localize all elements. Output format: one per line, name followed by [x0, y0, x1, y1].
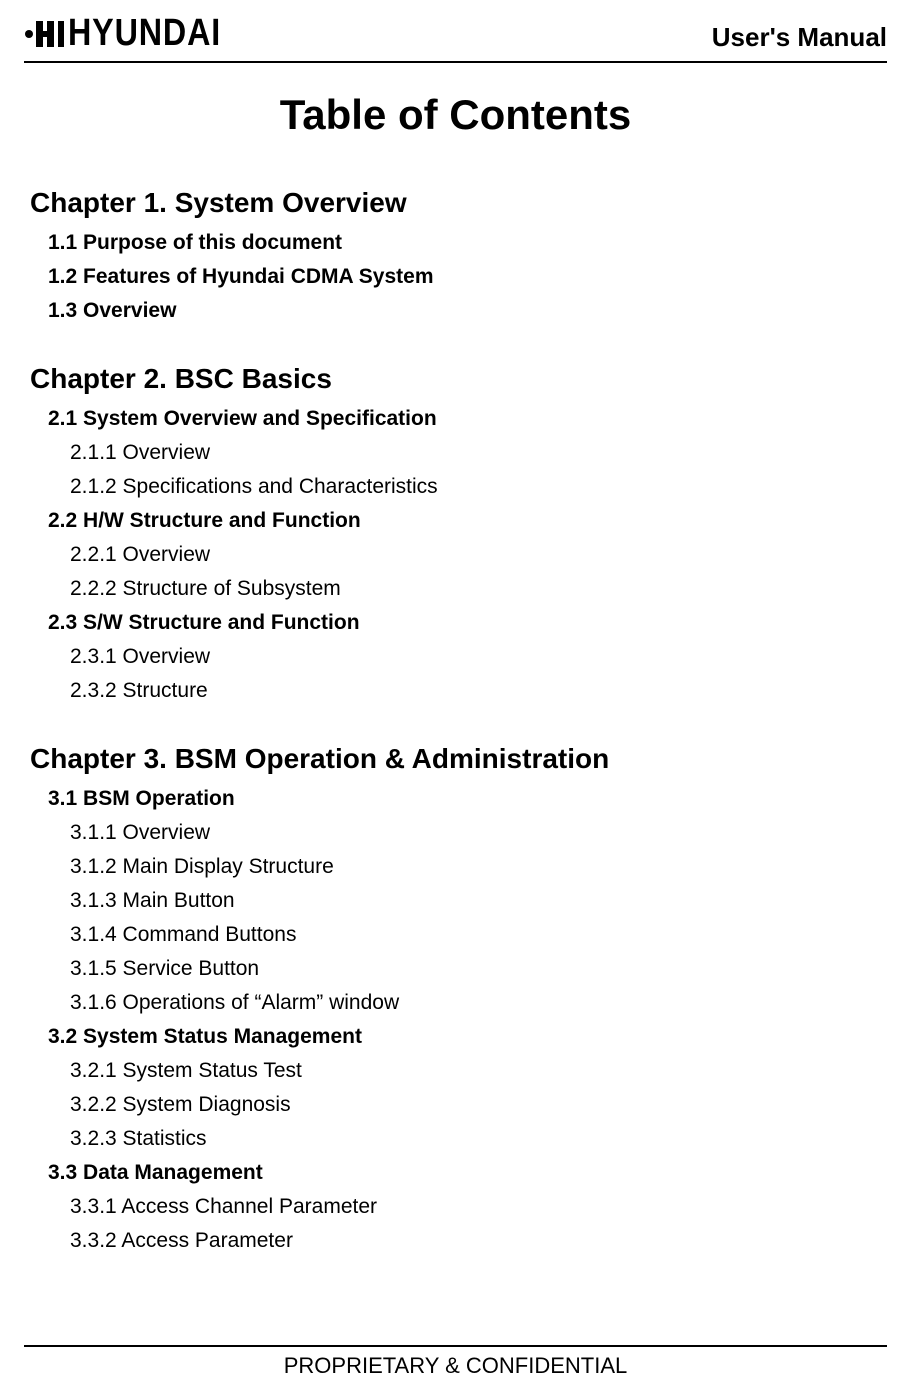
- toc-section: 1.3 Overview: [48, 299, 881, 323]
- logo-mark-icon: [24, 17, 66, 51]
- toc-subsection: 2.1.2 Specifications and Characteristics: [70, 475, 881, 499]
- toc-subsection: 2.2.2 Structure of Subsystem: [70, 577, 881, 601]
- toc-subsection: 3.2.1 System Status Test: [70, 1059, 881, 1083]
- page-footer: PROPRIETARY & CONFIDENTIAL: [24, 1345, 887, 1379]
- toc-subsection: 3.1.5 Service Button: [70, 957, 881, 981]
- toc-section: 1.2 Features of Hyundai CDMA System: [48, 265, 881, 289]
- toc-subsection: 3.1.1 Overview: [70, 821, 881, 845]
- brand-name: HYUNDAI: [68, 12, 221, 55]
- chapter-title: Chapter 3. BSM Operation & Administratio…: [30, 743, 881, 775]
- chapter-title: Chapter 2. BSC Basics: [30, 363, 881, 395]
- toc-subsection: 3.1.2 Main Display Structure: [70, 855, 881, 879]
- brand-logo: HYUNDAI: [24, 12, 248, 55]
- toc-subsection: 2.3.2 Structure: [70, 679, 881, 703]
- toc-subsection: 3.2.2 System Diagnosis: [70, 1093, 881, 1117]
- toc-section: 3.3 Data Management: [48, 1161, 881, 1185]
- toc-section: 3.1 BSM Operation: [48, 787, 881, 811]
- toc-content: Chapter 1. System Overview 1.1 Purpose o…: [24, 187, 887, 1253]
- chapter-block: Chapter 2. BSC Basics 2.1 System Overvie…: [30, 363, 881, 703]
- toc-section: 2.3 S/W Structure and Function: [48, 611, 881, 635]
- spacer: [30, 333, 881, 363]
- toc-subsection: 3.1.6 Operations of “Alarm” window: [70, 991, 881, 1015]
- toc-subsection: 3.1.4 Command Buttons: [70, 923, 881, 947]
- toc-subsection: 2.3.1 Overview: [70, 645, 881, 669]
- chapter-block: Chapter 3. BSM Operation & Administratio…: [30, 743, 881, 1253]
- page-header: HYUNDAI User's Manual: [24, 0, 887, 63]
- toc-section: 1.1 Purpose of this document: [48, 231, 881, 255]
- toc-subsection: 3.3.2 Access Parameter: [70, 1229, 881, 1253]
- toc-subsection: 2.1.1 Overview: [70, 441, 881, 465]
- toc-section: 2.1 System Overview and Specification: [48, 407, 881, 431]
- page-title: Table of Contents: [24, 91, 887, 139]
- chapter-title: Chapter 1. System Overview: [30, 187, 881, 219]
- document-label: User's Manual: [712, 22, 887, 55]
- toc-subsection: 3.2.3 Statistics: [70, 1127, 881, 1151]
- toc-subsection: 2.2.1 Overview: [70, 543, 881, 567]
- toc-subsection: 3.1.3 Main Button: [70, 889, 881, 913]
- toc-section: 3.2 System Status Management: [48, 1025, 881, 1049]
- toc-subsection: 3.3.1 Access Channel Parameter: [70, 1195, 881, 1219]
- spacer: [30, 713, 881, 743]
- chapter-block: Chapter 1. System Overview 1.1 Purpose o…: [30, 187, 881, 323]
- toc-section: 2.2 H/W Structure and Function: [48, 509, 881, 533]
